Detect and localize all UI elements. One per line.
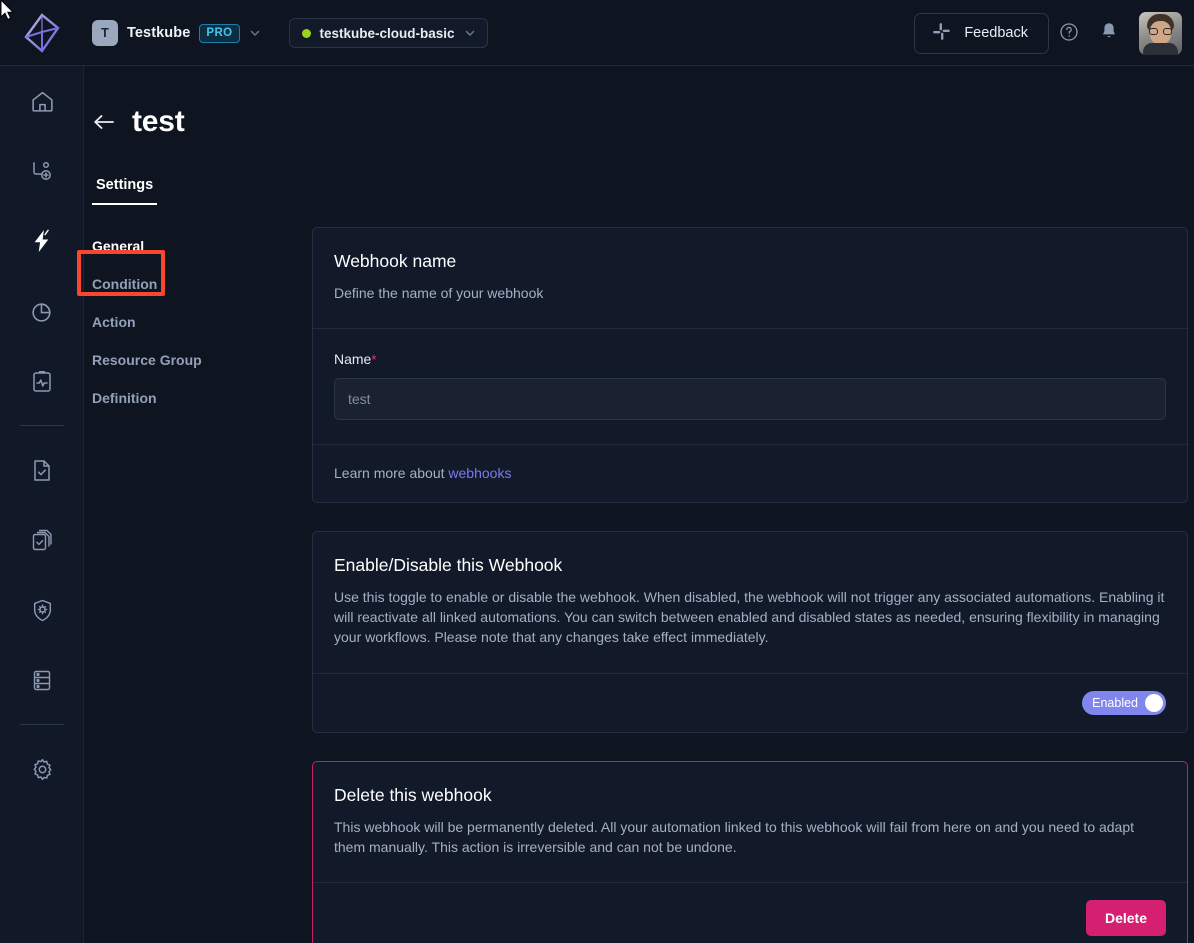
icon-rail (0, 66, 84, 943)
sidebar-item-settings[interactable] (0, 734, 84, 804)
org-avatar: T (92, 20, 118, 46)
name-field-label: Name* (334, 351, 1166, 367)
sidebar-item-tests[interactable] (0, 435, 84, 505)
webhook-name-footer: Learn more about webhooks (313, 445, 1187, 502)
sidebar-item-general[interactable]: General (92, 227, 312, 265)
back-button[interactable] (92, 112, 116, 132)
shield-gear-icon (30, 598, 55, 623)
sidebar-item-executors[interactable] (0, 575, 84, 645)
gear-icon (30, 757, 55, 782)
environment-status-dot (302, 29, 311, 38)
environment-name: testkube-cloud-basic (320, 26, 455, 41)
sidebar-item-create-test-workflow[interactable] (0, 136, 84, 206)
feedback-button[interactable]: Feedback (914, 13, 1049, 54)
testkube-cube-logo (23, 13, 61, 53)
environment-selector[interactable]: testkube-cloud-basic (289, 18, 488, 48)
delete-webhook-footer: Delete (313, 883, 1187, 943)
page-title: test (132, 105, 185, 139)
sidebar-item-sources[interactable] (0, 645, 84, 715)
pie-chart-icon (30, 299, 55, 324)
enable-disable-footer: Enabled (313, 674, 1187, 732)
sidebar-item-dashboard[interactable] (0, 276, 84, 346)
feedback-label: Feedback (964, 25, 1028, 41)
tab-settings[interactable]: Settings (92, 176, 157, 205)
clipboard-pulse-icon (30, 369, 54, 394)
webhook-name-description: Define the name of your webhook (334, 283, 1166, 303)
top-bar: T Testkube PRO testkube-cloud-basic (0, 0, 1194, 66)
sidebar-item-action-label: Action (92, 314, 136, 330)
sidebar-item-action[interactable]: Action (92, 303, 312, 341)
home-icon (30, 89, 55, 114)
rail-divider (20, 724, 64, 725)
webhook-name-title: Webhook name (334, 251, 1166, 272)
settings-side-nav: General Condition Action Resource Group … (84, 227, 312, 943)
delete-button[interactable]: Delete (1086, 900, 1166, 936)
settings-cards: Webhook name Define the name of your web… (312, 227, 1188, 943)
toggle-knob (1145, 694, 1163, 712)
webhook-name-header: Webhook name Define the name of your web… (313, 228, 1187, 328)
lightning-bolt-icon (29, 228, 55, 254)
sidebar-item-resource-group[interactable]: Resource Group (92, 341, 312, 379)
enable-webhook-toggle[interactable]: Enabled (1082, 691, 1166, 715)
enable-disable-description: Use this toggle to enable or disable the… (334, 587, 1166, 647)
server-rack-icon (30, 668, 54, 693)
sidebar-item-home[interactable] (0, 66, 84, 136)
sidebar-item-triggers[interactable] (0, 206, 84, 276)
organization-selector[interactable]: T Testkube PRO (92, 20, 261, 46)
app-root: T Testkube PRO testkube-cloud-basic (0, 0, 1194, 943)
delete-webhook-title: Delete this webhook (334, 785, 1166, 806)
app-logo[interactable] (0, 13, 84, 53)
stacked-files-check-icon (30, 528, 55, 553)
sidebar-item-resource-group-label: Resource Group (92, 352, 202, 368)
question-circle-icon (1059, 22, 1079, 45)
settings-body: General Condition Action Resource Group … (84, 227, 1194, 943)
webhooks-link[interactable]: webhooks (448, 465, 511, 481)
enable-disable-card: Enable/Disable this Webhook Use this tog… (312, 531, 1188, 732)
org-name: Testkube (127, 25, 190, 41)
enable-disable-title: Enable/Disable this Webhook (334, 555, 1166, 576)
webhook-name-card: Webhook name Define the name of your web… (312, 227, 1188, 503)
topbar-actions: Feedback (914, 12, 1194, 55)
toggle-label: Enabled (1092, 696, 1138, 710)
help-button[interactable] (1049, 13, 1089, 53)
user-avatar[interactable] (1139, 12, 1182, 55)
name-label-text: Name (334, 351, 371, 367)
sidebar-item-definition-label: Definition (92, 390, 157, 406)
sidebar-item-condition-label: Condition (92, 276, 157, 292)
notifications-button[interactable] (1089, 13, 1129, 53)
document-check-icon (30, 458, 54, 483)
slack-icon (932, 22, 951, 44)
chevron-down-icon[interactable] (464, 27, 476, 39)
page-content: test Settings General Condition Action (84, 66, 1194, 943)
sidebar-item-status-pages[interactable] (0, 346, 84, 416)
chevron-down-icon[interactable] (249, 27, 261, 39)
delete-webhook-header: Delete this webhook This webhook will be… (313, 762, 1187, 882)
sidebar-item-general-label: General (92, 238, 144, 254)
rail-divider (20, 425, 64, 426)
page-header: test (84, 66, 1194, 139)
enable-disable-header: Enable/Disable this Webhook Use this tog… (313, 532, 1187, 672)
pro-badge: PRO (199, 24, 239, 43)
add-test-workflow-icon (29, 158, 55, 184)
required-marker: * (371, 352, 376, 367)
bell-icon (1100, 22, 1118, 44)
sidebar-item-test-suites[interactable] (0, 505, 84, 575)
tab-bar: Settings (92, 176, 1194, 205)
delete-webhook-description: This webhook will be permanently deleted… (334, 817, 1166, 857)
webhook-name-body: Name* (313, 329, 1187, 444)
sidebar-item-condition[interactable]: Condition (92, 265, 312, 303)
sidebar-item-definition[interactable]: Definition (92, 379, 312, 417)
delete-webhook-card: Delete this webhook This webhook will be… (312, 761, 1188, 943)
learn-more-text: Learn more about (334, 465, 448, 481)
name-input[interactable] (334, 378, 1166, 420)
tab-settings-label: Settings (96, 177, 153, 193)
